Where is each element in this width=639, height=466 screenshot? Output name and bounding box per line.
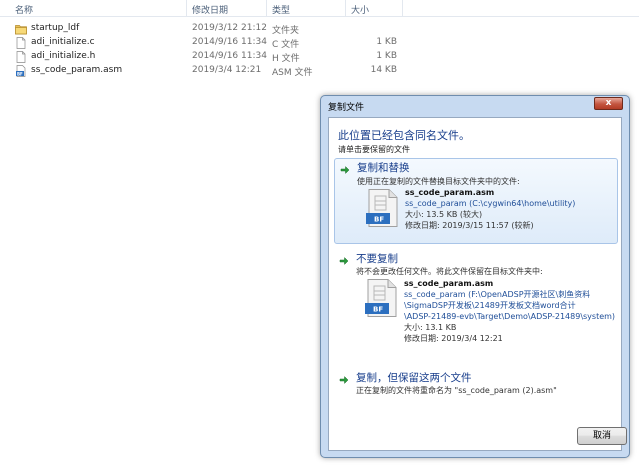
file-modified: 修改日期: 2019/3/4 12:21 — [404, 334, 503, 343]
option-title: 复制，但保留这两个文件 — [356, 372, 472, 384]
file-path: \ADSP-21489-evb\Target\Demo\ADSP-21489\s… — [404, 312, 616, 321]
asm-file-icon: BF — [365, 279, 397, 317]
dialog-title-bar[interactable]: 复制文件 x — [321, 96, 629, 115]
file-type: ASM 文件 — [272, 68, 313, 78]
file-name: ss_code_param.asm — [405, 188, 495, 197]
svg-text:BF: BF — [17, 71, 23, 76]
option-description: 正在复制的文件将重命名为 "ss_code_param (2).asm" — [356, 386, 557, 395]
file-badge: BF — [373, 306, 383, 314]
option-description: 将不会更改任何文件。将此文件保留在目标文件夹中: — [356, 267, 543, 276]
file-row-startup-ldf[interactable]: startup_ldf 2019/3/12 21:12 文件夹 — [0, 22, 420, 36]
file-date: 2019/3/4 12:21 — [192, 65, 262, 75]
keep-both-option[interactable]: 复制，但保留这两个文件 正在复制的文件将重命名为 "ss_code_param … — [334, 370, 618, 400]
file-path: \SigmaDSP开发板\21489开发板文档word合计 — [404, 301, 576, 310]
close-button[interactable]: x — [594, 97, 623, 110]
option-title: 复制和替换 — [357, 162, 410, 174]
file-type: H 文件 — [272, 54, 300, 64]
file-size: 大小: 13.1 KB — [404, 323, 457, 332]
file-date: 2014/9/16 11:34 — [192, 51, 267, 61]
dialog-title: 复制文件 — [328, 103, 365, 113]
dialog-heading: 此位置已经包含同名文件。 — [338, 129, 470, 142]
column-header: 名称 修改日期 类型 大小 — [0, 0, 639, 17]
file-name: adi_initialize.h — [31, 51, 96, 61]
green-arrow-icon — [339, 375, 349, 385]
dont-copy-option[interactable]: 不要复制 将不会更改任何文件。将此文件保留在目标文件夹中: BF ss_code… — [334, 250, 618, 360]
file-size: 大小: 13.5 KB (较大) — [405, 210, 483, 219]
file-size: 1 KB — [376, 51, 397, 61]
file-icon — [16, 37, 26, 49]
file-date: 2014/9/16 11:34 — [192, 37, 267, 47]
asm-file-icon: BF — [16, 65, 26, 77]
column-name[interactable]: 名称 — [15, 3, 33, 16]
file-date: 2019/3/12 21:12 — [192, 23, 267, 33]
copy-file-dialog: 复制文件 x 此位置已经包含同名文件。 请单击要保留的文件 复制和替换 使用正在… — [320, 95, 630, 458]
column-type[interactable]: 类型 — [272, 3, 290, 16]
dialog-subheading: 请单击要保留的文件 — [338, 145, 410, 154]
file-row-ss-code-param[interactable]: BF ss_code_param.asm 2019/3/4 12:21 ASM … — [0, 64, 420, 78]
close-icon: x — [605, 98, 612, 108]
cancel-button[interactable]: 取消 — [577, 427, 627, 445]
column-divider[interactable] — [402, 0, 403, 17]
file-path: ss_code_param (F:\OpenADSP开源社区\刺鱼资料 — [404, 290, 591, 299]
file-info: ss_code_param.asm ss_code_param (F:\Open… — [404, 278, 615, 344]
option-description: 使用正在复制的文件替换目标文件夹中的文件: — [357, 177, 520, 186]
column-date[interactable]: 修改日期 — [192, 3, 228, 16]
column-divider[interactable] — [186, 0, 187, 17]
asm-file-icon: BF — [366, 189, 398, 227]
column-divider[interactable] — [266, 0, 267, 17]
file-badge: BF — [374, 216, 384, 224]
file-info: ss_code_param.asm ss_code_param (C:\cygw… — [405, 187, 575, 231]
file-size: 14 KB — [370, 65, 397, 75]
file-row-adi-initialize-c[interactable]: adi_initialize.c 2014/9/16 11:34 C 文件 1 … — [0, 36, 420, 50]
dialog-body: 此位置已经包含同名文件。 请单击要保留的文件 复制和替换 使用正在复制的文件替换… — [328, 117, 627, 451]
file-type: C 文件 — [272, 40, 300, 50]
green-arrow-icon — [340, 165, 350, 175]
file-name: adi_initialize.c — [31, 37, 95, 47]
option-title: 不要复制 — [356, 253, 398, 265]
file-name: ss_code_param.asm — [404, 279, 494, 288]
file-name: startup_ldf — [31, 23, 80, 33]
column-divider[interactable] — [345, 0, 346, 17]
file-size: 1 KB — [376, 37, 397, 47]
file-row-adi-initialize-h[interactable]: adi_initialize.h 2014/9/16 11:34 H 文件 1 … — [0, 50, 420, 64]
green-arrow-icon — [339, 256, 349, 266]
file-type: 文件夹 — [272, 26, 300, 36]
file-icon — [16, 51, 26, 63]
file-name: ss_code_param.asm — [31, 65, 123, 75]
copy-and-replace-option[interactable]: 复制和替换 使用正在复制的文件替换目标文件夹中的文件: BF ss_code_p… — [334, 158, 618, 244]
file-path: ss_code_param (C:\cygwin64\home\utility) — [405, 199, 576, 208]
file-modified: 修改日期: 2019/3/15 11:57 (较新) — [405, 221, 534, 230]
column-size[interactable]: 大小 — [351, 3, 369, 16]
folder-icon — [15, 25, 27, 35]
